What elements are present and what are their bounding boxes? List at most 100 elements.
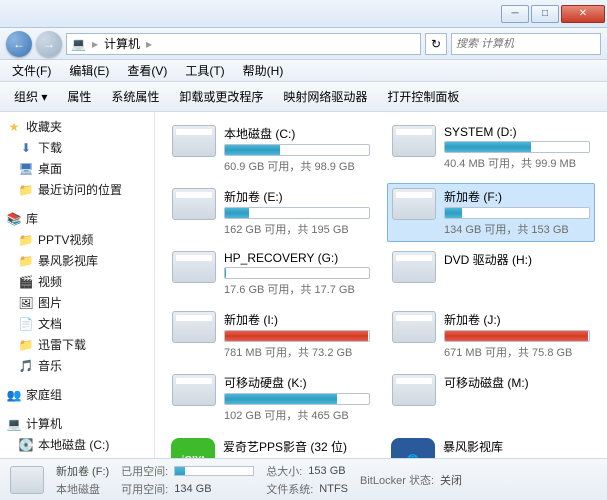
folder-icon: 📁: [18, 337, 34, 353]
sidebar-item-desktop[interactable]: 🖥桌面: [0, 158, 154, 179]
drive-item[interactable]: DVD 驱动器 (H:): [387, 246, 595, 302]
uninstall-button[interactable]: 卸载或更改程序: [171, 85, 271, 108]
drive-name: 新加卷 (I:): [224, 311, 370, 328]
drive-fill: [225, 394, 337, 404]
chevron-right-icon: ▸: [92, 37, 98, 51]
toolbar: 组织 ▾ 属性 系统属性 卸载或更改程序 映射网络驱动器 打开控制面板: [0, 82, 607, 112]
document-icon: 📄: [18, 316, 34, 332]
drive-icon: [392, 125, 436, 157]
search-input[interactable]: [451, 33, 601, 55]
drive-name: DVD 驱动器 (H:): [444, 251, 590, 268]
app-item[interactable]: iQIYI爱奇艺PPS影音 (32 位): [167, 434, 375, 458]
library-icon: 📚: [6, 211, 22, 227]
sidebar-item-pictures[interactable]: 🖼图片: [0, 292, 154, 313]
app-sub: 系统文件夹: [443, 457, 591, 458]
drive-bar: [224, 330, 370, 342]
sidebar: ★收藏夹 ⬇下载 🖥桌面 📁最近访问的位置 📚库 📁PPTV视频 📁暴风影视库 …: [0, 112, 155, 458]
system-properties-button[interactable]: 系统属性: [103, 85, 167, 108]
drive-name: 本地磁盘 (C:): [224, 125, 370, 142]
sidebar-item-drive-c[interactable]: 💽本地磁盘 (C:): [0, 434, 154, 455]
drive-name: HP_RECOVERY (G:): [224, 251, 370, 265]
drive-detail: 17.6 GB 可用，共 17.7 GB: [224, 281, 370, 297]
maximize-button[interactable]: □: [531, 5, 559, 23]
drive-item[interactable]: SYSTEM (D:)40.4 MB 可用，共 99.9 MB: [387, 120, 595, 179]
drive-item[interactable]: 可移动硬盘 (K:) 102 GB 可用，共 465 GB: [167, 369, 375, 428]
drive-detail: 134 GB 可用，共 153 GB: [444, 221, 590, 237]
minimize-button[interactable]: ─: [501, 5, 529, 23]
drive-item[interactable]: 可移动磁盘 (M:): [387, 369, 595, 428]
sidebar-label: 本地磁盘 (C:): [38, 436, 109, 453]
drive-name: 可移动硬盘 (K:): [224, 374, 370, 391]
menu-view[interactable]: 查看(V): [119, 60, 175, 81]
drive-icon: [392, 251, 436, 283]
status-subtitle: 本地磁盘: [56, 481, 109, 497]
sidebar-computer[interactable]: 💻计算机: [0, 413, 154, 434]
sidebar-label: 家庭组: [26, 386, 62, 403]
drive-item[interactable]: 新加卷 (E:)162 GB 可用，共 195 GB: [167, 183, 375, 242]
drive-detail: 102 GB 可用，共 465 GB: [224, 407, 370, 423]
used-label: 已用空间:: [121, 463, 168, 479]
drive-bar: [224, 144, 370, 156]
close-button[interactable]: ✕: [561, 5, 605, 23]
drive-item[interactable]: 本地磁盘 (C:)60.9 GB 可用，共 98.9 GB: [167, 120, 375, 179]
download-icon: ⬇: [18, 140, 34, 156]
menu-help[interactable]: 帮助(H): [235, 60, 292, 81]
sidebar-item-drive-d[interactable]: 💽SYSTEM (D:): [0, 455, 154, 458]
sidebar-item-music[interactable]: 🎵音乐: [0, 355, 154, 376]
drive-fill: [445, 331, 588, 341]
content-area: ★收藏夹 ⬇下载 🖥桌面 📁最近访问的位置 📚库 📁PPTV视频 📁暴风影视库 …: [0, 112, 607, 458]
sidebar-item-xunlei[interactable]: 📁迅雷下载: [0, 334, 154, 355]
drive-icon: [10, 466, 44, 494]
control-panel-button[interactable]: 打开控制面板: [379, 85, 467, 108]
sidebar-label: PPTV视频: [38, 231, 93, 248]
menu-file[interactable]: 文件(F): [4, 60, 59, 81]
app-icon: iQIYI: [171, 438, 215, 458]
drive-bar: [444, 330, 590, 342]
menu-tools[interactable]: 工具(T): [177, 60, 232, 81]
drive-fill: [225, 208, 249, 218]
sidebar-label: 下载: [38, 139, 62, 156]
drive-icon: [172, 311, 216, 343]
breadcrumb[interactable]: 💻 ▸ 计算机 ▸: [66, 33, 421, 55]
properties-button[interactable]: 属性: [59, 85, 99, 108]
sidebar-item-videos[interactable]: 🎬视频: [0, 271, 154, 292]
refresh-button[interactable]: ↻: [425, 33, 447, 55]
homegroup-icon: 👥: [6, 387, 22, 403]
sidebar-item-downloads[interactable]: ⬇下载: [0, 137, 154, 158]
sidebar-item-recent[interactable]: 📁最近访问的位置: [0, 179, 154, 200]
drive-item[interactable]: HP_RECOVERY (G:) 17.6 GB 可用，共 17.7 GB: [167, 246, 375, 302]
sidebar-item-storm[interactable]: 📁暴风影视库: [0, 250, 154, 271]
search-field[interactable]: [456, 38, 596, 50]
sidebar-libraries[interactable]: 📚库: [0, 208, 154, 229]
back-button[interactable]: ←: [6, 31, 32, 57]
drive-fill: [225, 145, 280, 155]
sidebar-item-documents[interactable]: 📄文档: [0, 313, 154, 334]
menu-edit[interactable]: 编辑(E): [61, 60, 117, 81]
drive-icon: [392, 374, 436, 406]
forward-button[interactable]: →: [36, 31, 62, 57]
drive-name: 新加卷 (E:): [224, 188, 370, 205]
sidebar-homegroup[interactable]: 👥家庭组: [0, 384, 154, 405]
total-value: 153 GB: [308, 465, 345, 477]
fs-value: NTFS: [319, 483, 348, 495]
video-icon: 🎬: [18, 274, 34, 290]
drive-bar: [224, 267, 370, 279]
drive-item[interactable]: 新加卷 (F:)134 GB 可用，共 153 GB: [387, 183, 595, 242]
app-name: 暴风影视库: [443, 438, 591, 455]
music-icon: 🎵: [18, 358, 34, 374]
drive-bar: [224, 393, 370, 405]
app-item[interactable]: 🌐暴风影视库系统文件夹: [387, 434, 595, 458]
drive-item[interactable]: 新加卷 (I:)781 MB 可用，共 73.2 GB: [167, 306, 375, 365]
sidebar-item-pptv[interactable]: 📁PPTV视频: [0, 229, 154, 250]
map-drive-button[interactable]: 映射网络驱动器: [275, 85, 375, 108]
bitlocker-label: BitLocker 状态:: [360, 472, 434, 488]
sidebar-favorites[interactable]: ★收藏夹: [0, 116, 154, 137]
drive-icon: [172, 251, 216, 283]
drive-bar: [444, 207, 590, 219]
drive-item[interactable]: 新加卷 (J:)671 MB 可用，共 75.8 GB: [387, 306, 595, 365]
breadcrumb-item[interactable]: 计算机: [104, 35, 140, 52]
main-panel[interactable]: 本地磁盘 (C:)60.9 GB 可用，共 98.9 GBSYSTEM (D:)…: [155, 112, 607, 458]
organize-button[interactable]: 组织 ▾: [6, 85, 55, 108]
star-icon: ★: [6, 119, 22, 135]
sidebar-label: 暴风影视库: [38, 252, 98, 269]
